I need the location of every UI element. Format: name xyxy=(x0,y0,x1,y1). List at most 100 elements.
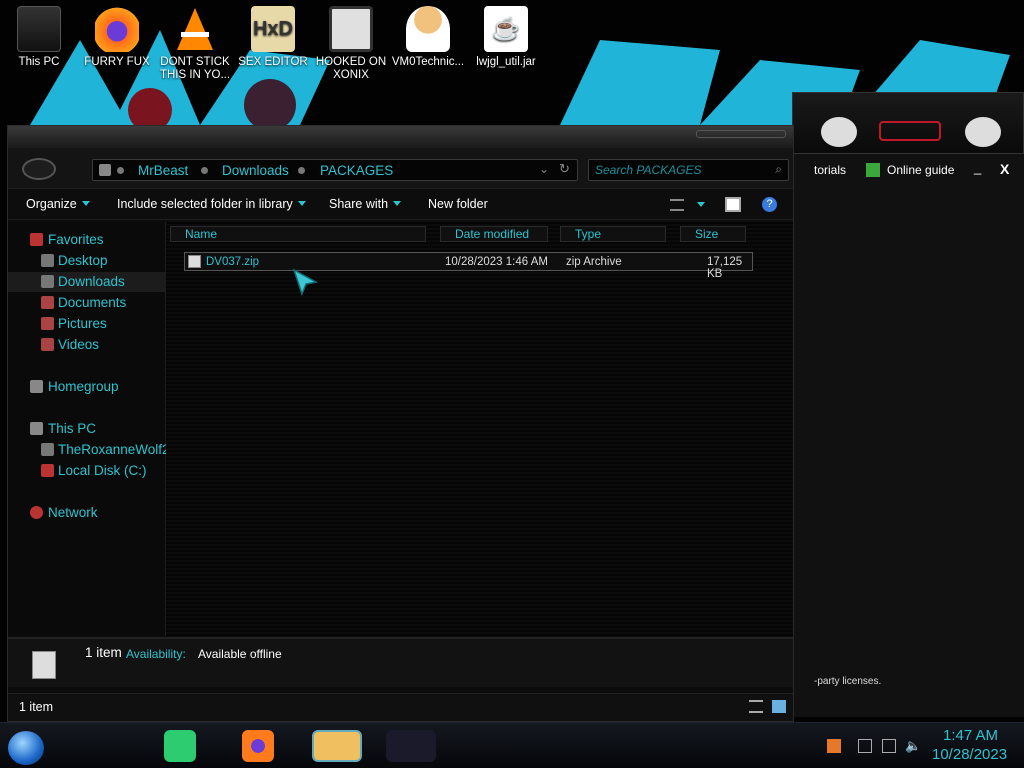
zip-file-icon xyxy=(188,255,201,268)
action-center-icon[interactable] xyxy=(858,739,872,753)
nav-this-pc[interactable]: This PC xyxy=(8,419,166,439)
large-icons-view-icon[interactable] xyxy=(772,700,786,713)
alienware-taskbar-icon[interactable] xyxy=(386,730,436,762)
nav-videos[interactable]: Videos xyxy=(8,335,166,355)
network-icon xyxy=(30,506,43,519)
tutorials-link[interactable]: torials xyxy=(814,163,846,177)
chevron-down-icon[interactable] xyxy=(697,202,705,207)
nav-label: This PC xyxy=(48,421,97,436)
search-icon: ⌕ xyxy=(775,162,782,176)
tray-app-icon[interactable] xyxy=(827,739,841,753)
explorer-window: MrBeast Downloads PACKAGES ⌄ ↻ Search PA… xyxy=(7,125,794,722)
share-label: Share with xyxy=(329,197,389,211)
nav-label: Pictures xyxy=(58,316,107,331)
chevron-down-icon[interactable]: ⌄ xyxy=(539,162,549,176)
desktop-icon-vlc[interactable]: DONT STICK THIS IN YO... xyxy=(156,6,234,82)
start-button[interactable] xyxy=(8,731,44,765)
column-header-size[interactable]: Size xyxy=(680,226,746,242)
nav-homegroup[interactable]: Homegroup xyxy=(8,377,166,397)
navigation-bar: MrBeast Downloads PACKAGES ⌄ ↻ Search PA… xyxy=(8,148,793,188)
nav-roxanne[interactable]: TheRoxanneWolf2 xyxy=(8,440,170,460)
nav-desktop[interactable]: Desktop xyxy=(8,251,166,271)
nav-favorites[interactable]: Favorites xyxy=(8,230,166,250)
preview-pane-icon[interactable] xyxy=(725,197,741,212)
desktop-icon-lwjgl[interactable]: ☕ lwjgl_util.jar xyxy=(467,6,545,69)
file-explorer-taskbar-icon[interactable] xyxy=(312,730,362,762)
organize-button[interactable]: Organize xyxy=(26,197,90,211)
pictures-icon xyxy=(41,317,54,330)
minimize-button[interactable]: _ xyxy=(974,160,981,175)
desktop-icon-firefox[interactable]: FURRY FUX xyxy=(78,6,156,69)
breadcrumb-downloads[interactable]: Downloads xyxy=(222,163,289,178)
nav-label: Network xyxy=(48,505,98,520)
desktop-icon-xonix[interactable]: HOOKED ON XONIX xyxy=(312,6,390,82)
breadcrumb-packages[interactable]: PACKAGES xyxy=(320,163,393,178)
hxd-icon: HxD xyxy=(251,6,295,52)
network-tray-icon[interactable] xyxy=(882,739,896,753)
share-with-button[interactable]: Share with xyxy=(329,197,402,211)
logo-badge xyxy=(879,121,941,141)
include-label: Include selected folder in library xyxy=(117,197,293,211)
chevron-down-icon xyxy=(81,201,90,206)
nav-documents[interactable]: Documents xyxy=(8,293,166,313)
desktop-icon-label: SEX EDITOR xyxy=(238,56,308,68)
availability-value: Available offline xyxy=(198,647,282,661)
homegroup-icon xyxy=(30,380,43,393)
desktop-icon-hxd[interactable]: HxD SEX EDITOR xyxy=(234,6,312,69)
clock-date[interactable]: 10/28/2023 xyxy=(932,746,1007,763)
desktop-icon-label: This PC xyxy=(18,56,60,68)
firefox-icon xyxy=(95,6,139,52)
folder-icon xyxy=(99,164,111,176)
breadcrumb-separator xyxy=(298,167,305,174)
column-header-date[interactable]: Date modified xyxy=(440,226,548,242)
new-folder-button[interactable]: New folder xyxy=(428,197,488,211)
table-row[interactable]: DV037.zip 10/28/2023 1:46 AM zip Archive… xyxy=(184,252,753,280)
doctor-icon xyxy=(406,6,450,52)
desktop-icon-label: lwjgl_util.jar xyxy=(476,56,536,68)
close-button[interactable]: X xyxy=(1000,161,1009,177)
back-forward-button[interactable] xyxy=(22,158,56,180)
desktop-icon-label: FURRY FUX xyxy=(84,56,150,68)
documents-icon xyxy=(41,296,54,309)
view-options-icon[interactable] xyxy=(670,199,684,211)
firefox-taskbar-icon[interactable] xyxy=(242,730,274,762)
drive-icon xyxy=(41,443,54,456)
refresh-icon[interactable]: ↻ xyxy=(559,161,570,177)
this-pc-icon xyxy=(17,6,61,52)
search-placeholder: Search PACKAGES xyxy=(595,163,702,177)
help-icon[interactable]: ? xyxy=(762,197,777,212)
column-header-name[interactable]: Name xyxy=(170,226,426,242)
taskbar: 🔈 1:47 AM 10/28/2023 xyxy=(0,722,1024,768)
search-input[interactable]: Search PACKAGES ⌕ xyxy=(588,159,789,181)
include-in-library-button[interactable]: Include selected folder in library xyxy=(117,197,306,211)
column-header-type[interactable]: Type xyxy=(560,226,666,242)
nav-local-disk[interactable]: Local Disk (C:) xyxy=(8,461,166,481)
nav-pictures[interactable]: Pictures xyxy=(8,314,166,334)
file-type: zip Archive xyxy=(566,256,622,268)
licenses-text: -party licenses. xyxy=(814,676,882,687)
window-controls[interactable] xyxy=(696,130,786,138)
game-icon xyxy=(329,6,373,52)
details-view-icon[interactable] xyxy=(749,700,763,713)
clock-time[interactable]: 1:47 AM xyxy=(943,727,998,744)
mouse-cursor xyxy=(292,268,319,297)
window-titlebar[interactable] xyxy=(8,126,793,148)
notes-app-icon[interactable] xyxy=(164,730,196,762)
desktop-icon-vm0[interactable]: VM0Technic... xyxy=(389,6,467,69)
status-item-count: 1 item xyxy=(19,700,54,714)
desktop-icon-label: DONT STICK THIS IN YO... xyxy=(159,56,231,81)
breadcrumb-separator xyxy=(201,167,208,174)
zip-file-icon xyxy=(32,651,56,679)
file-size: 17,125 KB xyxy=(707,256,743,280)
nav-label: Downloads xyxy=(58,274,125,289)
details-count: 1 item xyxy=(85,645,122,660)
nav-downloads[interactable]: Downloads xyxy=(8,272,166,292)
address-bar[interactable]: MrBeast Downloads PACKAGES ⌄ ↻ xyxy=(92,159,578,181)
online-guide-link[interactable]: Online guide xyxy=(887,163,954,177)
vlc-icon xyxy=(173,6,217,52)
nav-label: Favorites xyxy=(48,232,104,247)
desktop-icon-this-pc[interactable]: This PC xyxy=(0,6,78,69)
volume-icon[interactable]: 🔈 xyxy=(905,738,921,754)
nav-network[interactable]: Network xyxy=(8,503,166,523)
breadcrumb-mrbeast[interactable]: MrBeast xyxy=(138,163,188,178)
